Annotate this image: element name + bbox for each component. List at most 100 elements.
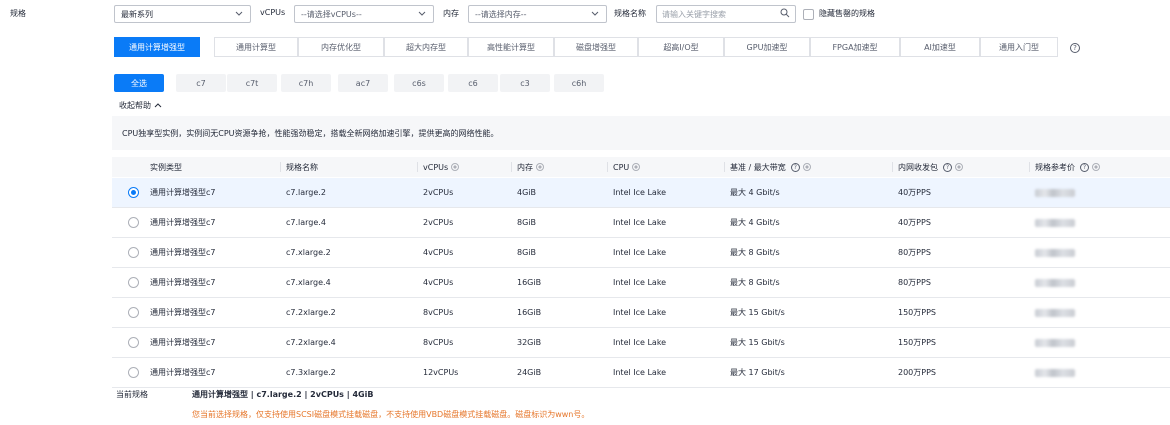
cell-memory: 4GiB <box>517 188 536 197</box>
cell-price-blurred <box>1035 268 1075 297</box>
series-chip-all[interactable]: 全选 <box>114 74 164 92</box>
search-icon[interactable] <box>780 8 790 20</box>
category-tab-gpu[interactable]: GPU加速型 <box>724 37 810 57</box>
disk-mode-warning: 您当前选择规格，仅支持使用SCSI磁盘模式挂载磁盘，不支持使用VBD磁盘模式挂载… <box>192 410 590 419</box>
cell-cpu: Intel Ice Lake <box>613 218 667 227</box>
table-row[interactable]: 通用计算增强型c7 c7.xlarge.4 4vCPUs 16GiB Intel… <box>112 268 1170 298</box>
sort-icon[interactable] <box>632 163 641 171</box>
row-radio[interactable] <box>128 307 139 318</box>
category-tab-ai[interactable]: AI加速型 <box>900 37 980 57</box>
cell-pps: 40万PPS <box>898 188 931 197</box>
category-tab-hpc[interactable]: 高性能计算型 <box>468 37 554 57</box>
spec-search-input[interactable]: 请输入关键字搜索 <box>656 5 796 23</box>
series-chip-c6h[interactable]: c6h <box>554 74 604 92</box>
table-row[interactable]: 通用计算增强型c7 c7.2xlarge.2 8vCPUs 16GiB Inte… <box>112 298 1170 328</box>
row-radio[interactable] <box>128 247 139 258</box>
row-radio[interactable] <box>128 367 139 378</box>
col-header-cpu[interactable]: CPU <box>607 157 641 177</box>
cell-type: 通用计算增强型c7 <box>150 278 216 287</box>
hide-soldout-label: 隐藏售罄的规格 <box>819 9 875 18</box>
category-tab-ultra-io[interactable]: 超高I/O型 <box>638 37 724 57</box>
cell-vcpus: 2vCPUs <box>423 188 454 197</box>
sort-icon[interactable] <box>1092 163 1100 171</box>
cell-memory: 32GiB <box>517 338 542 347</box>
cell-name: c7.3xlarge.2 <box>286 368 336 377</box>
cell-pps: 200万PPS <box>898 368 936 377</box>
cell-cpu: Intel Ice Lake <box>613 248 667 257</box>
spec-name-label: 规格名称 <box>614 9 646 18</box>
series-chip-ac7[interactable]: ac7 <box>338 74 388 92</box>
row-radio[interactable] <box>128 217 139 228</box>
table-row[interactable]: 通用计算增强型c7 c7.2xlarge.4 8vCPUs 32GiB Inte… <box>112 328 1170 358</box>
table-row[interactable]: 通用计算增强型c7 c7.large.2 2vCPUs 4GiB Intel I… <box>112 178 1170 208</box>
cell-pps: 150万PPS <box>898 338 936 347</box>
cell-type: 通用计算增强型c7 <box>150 188 216 197</box>
col-header-pps[interactable]: 内网收发包? <box>892 157 963 177</box>
row-radio[interactable] <box>128 337 139 348</box>
cell-cpu: Intel Ice Lake <box>613 188 667 197</box>
series-chip-c3[interactable]: c3 <box>500 74 550 92</box>
col-header-vcpus[interactable]: vCPUs <box>417 157 460 177</box>
help-icon[interactable]: ? <box>943 162 952 172</box>
help-icon[interactable]: ? <box>1070 43 1080 53</box>
col-header-type: 实例类型 <box>150 162 182 172</box>
series-chip-c7[interactable]: c7 <box>176 74 226 92</box>
sort-icon[interactable] <box>955 163 963 171</box>
category-tab-disk-enhanced[interactable]: 磁盘增强型 <box>554 37 638 57</box>
category-tab-general[interactable]: 通用计算型 <box>214 37 298 57</box>
category-tab-fpga[interactable]: FPGA加速型 <box>810 37 900 57</box>
current-spec-value: 通用计算增强型 | c7.large.2 | 2vCPUs | 4GiB <box>192 390 374 399</box>
memory-select[interactable]: --请选择内存-- <box>468 5 607 23</box>
row-radio[interactable] <box>128 277 139 288</box>
hide-soldout-checkbox[interactable] <box>803 9 814 20</box>
chevron-up-icon <box>154 101 162 110</box>
cell-vcpus: 8vCPUs <box>423 308 454 317</box>
help-icon[interactable]: ? <box>1080 162 1089 172</box>
cell-vcpus: 4vCPUs <box>423 248 454 257</box>
category-tab-memory-optimized[interactable]: 内存优化型 <box>298 37 384 57</box>
help-icon[interactable]: ? <box>790 162 800 172</box>
table-row[interactable]: 通用计算增强型c7 c7.xlarge.2 4vCPUs 8GiB Intel … <box>112 238 1170 268</box>
series-select[interactable]: 最新系列 <box>114 5 251 23</box>
cell-type: 通用计算增强型c7 <box>150 218 216 227</box>
cell-vcpus: 8vCPUs <box>423 338 454 347</box>
series-chip-c6[interactable]: c6 <box>448 74 498 92</box>
cell-bandwidth: 最大 17 Gbit/s <box>730 368 785 377</box>
col-header-memory[interactable]: 内存 <box>511 157 544 177</box>
chevron-down-icon <box>590 9 600 19</box>
col-header-name: 规格名称 <box>280 157 318 177</box>
row-radio[interactable] <box>128 187 139 198</box>
category-tab-large-memory[interactable]: 超大内存型 <box>384 37 468 57</box>
cell-type: 通用计算增强型c7 <box>150 338 216 347</box>
table-row[interactable]: 通用计算增强型c7 c7.3xlarge.2 12vCPUs 24GiB Int… <box>112 358 1170 388</box>
series-chip-c7t[interactable]: c7t <box>227 74 277 92</box>
cell-bandwidth: 最大 15 Gbit/s <box>730 308 785 317</box>
series-description: CPU独享型实例，实例间无CPU资源争抢，性能强劲稳定，搭载全新网络加速引擎，提… <box>112 116 1170 150</box>
cell-vcpus: 12vCPUs <box>423 368 459 377</box>
table-header: 实例类型 规格名称 vCPUs 内存 CPU 基准 / 最大带宽? 内网收发包?… <box>112 157 1170 177</box>
cell-bandwidth: 最大 15 Gbit/s <box>730 338 785 347</box>
col-header-bandwidth[interactable]: 基准 / 最大带宽? <box>724 157 811 177</box>
search-placeholder: 请输入关键字搜索 <box>662 9 726 19</box>
category-tab-entry[interactable]: 通用入门型 <box>980 37 1058 57</box>
collapse-help-toggle[interactable]: 收起帮助 <box>119 100 162 111</box>
series-chip-c6s[interactable]: c6s <box>394 74 444 92</box>
cell-name: c7.xlarge.4 <box>286 278 331 287</box>
cell-memory: 16GiB <box>517 308 542 317</box>
category-tab-general-enhanced[interactable]: 通用计算增强型 <box>114 37 200 57</box>
cell-cpu: Intel Ice Lake <box>613 308 667 317</box>
cell-bandwidth: 最大 8 Gbit/s <box>730 248 780 257</box>
cell-memory: 8GiB <box>517 218 536 227</box>
cell-cpu: Intel Ice Lake <box>613 368 667 377</box>
sort-icon[interactable] <box>802 163 811 171</box>
collapse-help-label: 收起帮助 <box>119 101 151 110</box>
cell-pps: 150万PPS <box>898 308 936 317</box>
vcpus-select[interactable]: --请选择vCPUs-- <box>294 5 434 23</box>
series-chip-c7h[interactable]: c7h <box>281 74 331 92</box>
sort-icon[interactable] <box>451 163 460 171</box>
col-header-price[interactable]: 规格参考价? <box>1029 157 1100 177</box>
chevron-down-icon <box>234 9 244 19</box>
sort-icon[interactable] <box>536 163 544 171</box>
cell-pps: 80万PPS <box>898 278 931 287</box>
table-row[interactable]: 通用计算增强型c7 c7.large.4 2vCPUs 8GiB Intel I… <box>112 208 1170 238</box>
